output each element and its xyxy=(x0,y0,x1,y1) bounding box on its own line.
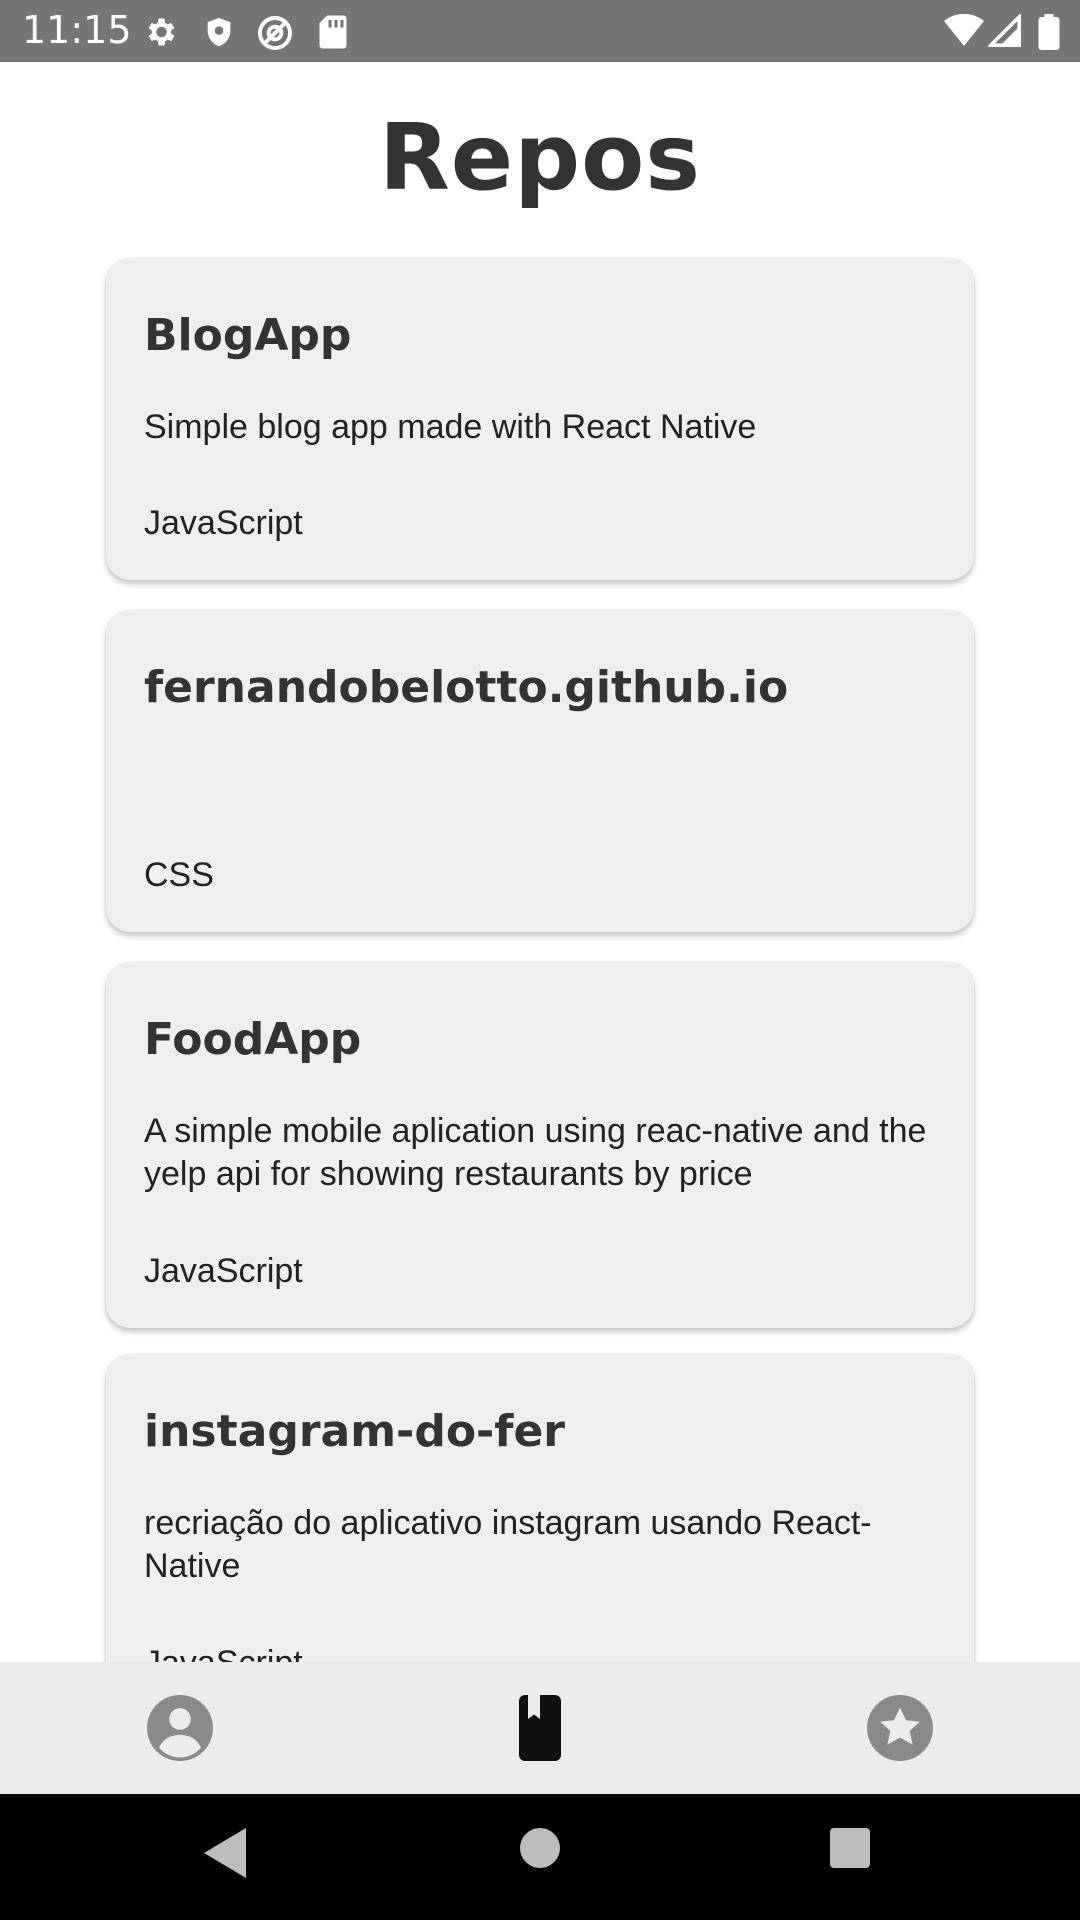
account-icon xyxy=(147,1695,213,1761)
repo-language: JavaScript xyxy=(144,1252,303,1290)
tab-profile[interactable] xyxy=(144,1692,216,1764)
repo-name: BlogApp xyxy=(144,310,352,361)
home-icon[interactable] xyxy=(520,1828,560,1868)
system-navigation-bar xyxy=(0,1794,1080,1920)
repo-description: A simple mobile aplication using reac-na… xyxy=(144,1112,927,1193)
repo-card[interactable]: BlogApp Simple blog app made with React … xyxy=(106,258,974,580)
repo-card[interactable]: FoodApp A simple mobile aplication using… xyxy=(106,962,974,1328)
repo-language: JavaScript xyxy=(144,1644,303,1662)
recents-icon[interactable] xyxy=(830,1828,870,1868)
battery-icon xyxy=(1038,14,1060,50)
repo-language: JavaScript xyxy=(144,504,303,542)
status-time: 11:15 xyxy=(22,8,132,52)
repo-card[interactable]: instagram-do-fer recriação do aplicativo… xyxy=(106,1354,974,1662)
status-bar: 11:15 xyxy=(0,0,1080,62)
repo-name: FoodApp xyxy=(144,1014,362,1065)
back-icon[interactable] xyxy=(204,1828,248,1878)
page-title: Repos xyxy=(378,104,702,211)
repo-language: CSS xyxy=(144,856,214,894)
repo-name: instagram-do-fer xyxy=(144,1406,565,1457)
tab-repos[interactable] xyxy=(504,1692,576,1764)
signal-icon xyxy=(988,14,1021,47)
repo-description: recriação do aplicativo instagram usando… xyxy=(144,1504,872,1585)
tab-starred[interactable] xyxy=(864,1692,936,1764)
sd-card-icon xyxy=(319,15,347,49)
repo-card[interactable]: fernandobelotto.github.io CSS xyxy=(106,610,974,932)
bottom-tab-bar xyxy=(0,1662,1080,1794)
wifi-icon xyxy=(944,14,984,46)
book-icon xyxy=(519,1695,561,1761)
settings-icon xyxy=(148,18,175,46)
repo-description: Simple blog app made with React Native xyxy=(144,408,757,446)
repo-name: fernandobelotto.github.io xyxy=(144,662,789,713)
at-sign-icon xyxy=(257,15,293,51)
repo-list[interactable]: BlogApp Simple blog app made with React … xyxy=(0,250,1080,1662)
star-icon xyxy=(867,1695,933,1761)
shield-icon xyxy=(207,17,231,47)
